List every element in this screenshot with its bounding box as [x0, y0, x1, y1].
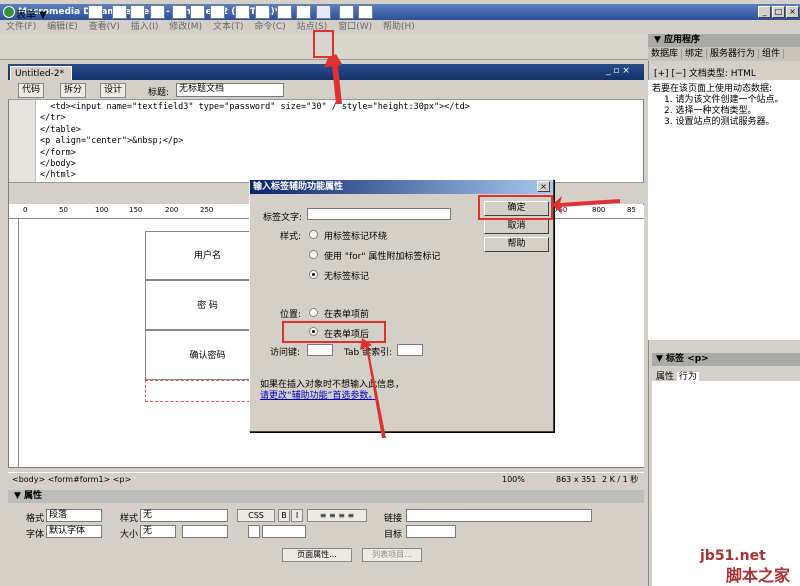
arrow-to-ok-button — [552, 196, 620, 214]
arrow-to-position-after — [360, 338, 386, 438]
arrow-to-button-icon — [324, 54, 342, 104]
watermark-name: 脚本之家 — [726, 566, 791, 585]
annotation-arrows — [324, 54, 620, 438]
